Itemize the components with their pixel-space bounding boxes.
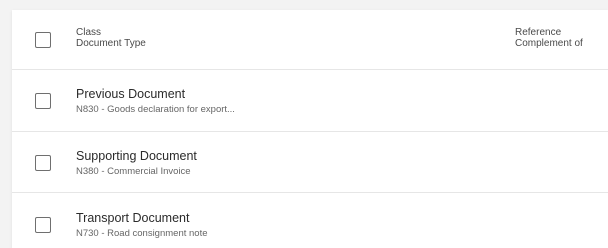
documents-table: Class Document Type Reference Complement… (12, 10, 608, 248)
table-header-row: Class Document Type Reference Complement… (12, 10, 608, 70)
row-class: Transport Document (76, 211, 190, 225)
reference-column-header: Reference Complement of (515, 27, 607, 49)
row-checkbox[interactable] (35, 155, 51, 171)
row-class-cell: Supporting Document N380 - Commercial In… (76, 149, 436, 177)
class-header-label: Class (76, 27, 102, 38)
row-class-cell: Transport Document N730 - Road consignme… (76, 211, 436, 239)
row-class: Previous Document (76, 87, 186, 101)
row-class: Supporting Document (76, 149, 197, 163)
row-class-cell: Previous Document N830 - Goods declarati… (76, 87, 436, 115)
row-checkbox[interactable] (35, 217, 51, 233)
reference-header-label: Reference (515, 27, 562, 38)
class-column-header: Class Document Type (76, 27, 436, 49)
table-row[interactable]: Previous Document N830 - Goods declarati… (12, 70, 608, 132)
row-document-type: N730 - Road consignment note (76, 228, 208, 239)
row-document-type: N830 - Goods declaration for export... (76, 104, 235, 115)
select-all-checkbox[interactable] (35, 32, 51, 48)
row-document-type: N380 - Commercial Invoice (76, 166, 191, 177)
row-checkbox[interactable] (35, 93, 51, 109)
table-row[interactable]: Supporting Document N380 - Commercial In… (12, 132, 608, 193)
complement-header-label: Complement of (515, 38, 583, 49)
table-row[interactable]: Transport Document N730 - Road consignme… (12, 193, 608, 248)
document-type-header-label: Document Type (76, 38, 146, 49)
